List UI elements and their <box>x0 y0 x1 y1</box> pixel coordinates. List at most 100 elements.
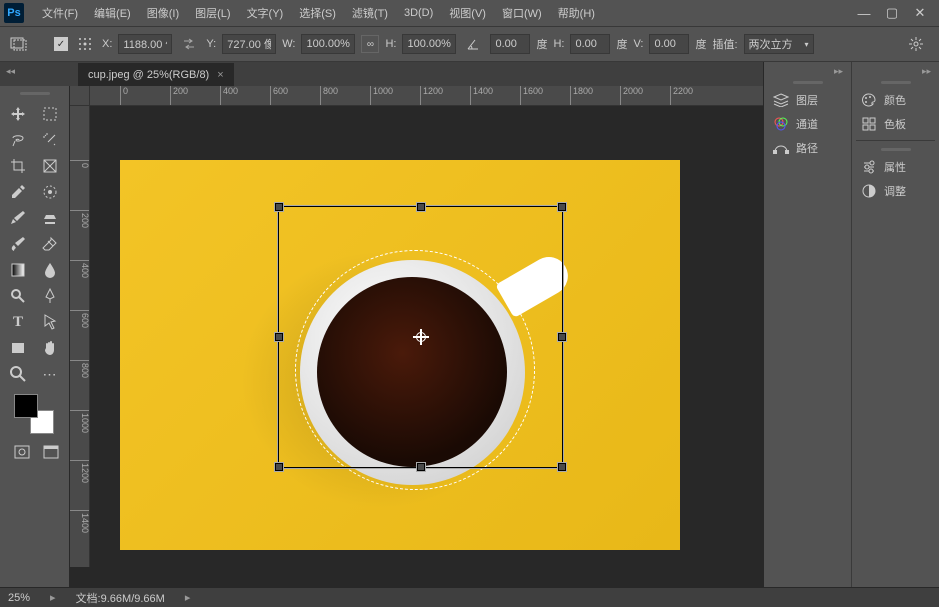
panels-column-right: ▸▸ 颜色 色板 属性 调整 <box>852 62 939 587</box>
doc-info[interactable]: 文档:9.66M/9.66M <box>76 590 165 606</box>
menu-view[interactable]: 视图(V) <box>441 0 494 26</box>
doc-info-chevron-icon[interactable]: ▸ <box>185 591 191 604</box>
panel-channels[interactable]: 通道 <box>768 112 847 136</box>
menu-image[interactable]: 图像(I) <box>139 0 187 26</box>
edit-toolbar[interactable]: ⋯ <box>36 362 64 386</box>
zoom-tool[interactable] <box>4 362 32 386</box>
collapse-toolbox-icon[interactable]: ◂◂ <box>6 66 15 77</box>
panel-swatches[interactable]: 色板 <box>856 112 935 136</box>
reference-point-grid[interactable] <box>74 33 96 55</box>
crop-tool[interactable] <box>4 154 32 178</box>
screen-mode-tool[interactable] <box>38 440 66 464</box>
panel-grip[interactable] <box>856 145 935 153</box>
interp-value: 两次立方 <box>749 36 793 52</box>
color-swatch[interactable] <box>14 394 54 434</box>
ruler-origin[interactable] <box>70 86 90 106</box>
history-brush-tool[interactable] <box>4 232 32 256</box>
transform-handle-tr[interactable] <box>558 203 566 211</box>
zoom-level[interactable]: 25% <box>8 592 30 604</box>
panel-layers[interactable]: 图层 <box>768 88 847 112</box>
interp-select[interactable]: 两次立方▾ <box>744 34 814 54</box>
hskew-unit: 度 <box>616 36 627 52</box>
maximize-button[interactable]: ▢ <box>885 6 899 20</box>
minimize-button[interactable]: — <box>857 6 871 20</box>
collapse-panels-right-icon[interactable]: ▸▸ <box>856 66 935 78</box>
eraser-tool[interactable] <box>36 232 64 256</box>
panel-adjustments[interactable]: 调整 <box>856 179 935 203</box>
menu-layer[interactable]: 图层(L) <box>187 0 238 26</box>
hskew-input[interactable] <box>570 34 610 54</box>
menu-3d[interactable]: 3D(D) <box>396 0 441 26</box>
close-tab-icon[interactable]: × <box>217 69 223 81</box>
rect-marquee-tool[interactable] <box>36 102 64 126</box>
transform-tool-icon[interactable] <box>8 33 30 55</box>
transform-center[interactable] <box>413 329 429 345</box>
color-icon <box>860 91 878 109</box>
document-tab[interactable]: cup.jpeg @ 25%(RGB/8) × <box>78 62 234 86</box>
transform-handle-tc[interactable] <box>417 203 425 211</box>
menu-filter[interactable]: 滤镜(T) <box>344 0 396 26</box>
w-label: W: <box>282 38 295 50</box>
vertical-ruler[interactable]: 0200400600800100012001400 <box>70 106 90 567</box>
move-tool[interactable] <box>4 102 32 126</box>
canvas[interactable] <box>90 106 763 567</box>
clone-stamp-tool[interactable] <box>36 206 64 230</box>
eyedropper-tool[interactable] <box>4 180 32 204</box>
panel-adjustments-label: 调整 <box>884 183 906 199</box>
horizontal-ruler[interactable]: 0200400600800100012001400160018002000220… <box>90 86 763 106</box>
panel-grip[interactable] <box>768 78 847 86</box>
h-input[interactable] <box>402 34 456 54</box>
menu-help[interactable]: 帮助(H) <box>550 0 603 26</box>
toolbox-grip[interactable] <box>4 92 65 98</box>
reference-point-toggle[interactable]: ✓ <box>54 37 68 51</box>
x-label: X: <box>102 38 112 50</box>
foreground-color-swatch[interactable] <box>14 394 38 418</box>
panel-paths[interactable]: 路径 <box>768 136 847 160</box>
frame-tool[interactable] <box>36 154 64 178</box>
transform-handle-ml[interactable] <box>275 333 283 341</box>
h-label: H: <box>385 38 396 50</box>
transform-handle-bl[interactable] <box>275 463 283 471</box>
w-input[interactable] <box>301 34 355 54</box>
brush-tool[interactable] <box>4 206 32 230</box>
transform-handle-tl[interactable] <box>275 203 283 211</box>
panel-properties[interactable]: 属性 <box>856 155 935 179</box>
menu-edit[interactable]: 编辑(E) <box>86 0 139 26</box>
document-tab-bar: cup.jpeg @ 25%(RGB/8) × <box>0 62 763 86</box>
pen-tool[interactable] <box>36 284 64 308</box>
quick-mask-tool[interactable] <box>8 440 36 464</box>
link-wh-toggle[interactable]: ∞ <box>361 35 379 53</box>
gradient-tool[interactable] <box>4 258 32 282</box>
menu-file[interactable]: 文件(F) <box>34 0 86 26</box>
x-input[interactable] <box>118 34 172 54</box>
transform-handle-mr[interactable] <box>558 333 566 341</box>
blur-tool[interactable] <box>36 258 64 282</box>
hand-tool[interactable] <box>36 336 64 360</box>
path-select-tool[interactable] <box>36 310 64 334</box>
lasso-tool[interactable] <box>4 128 32 152</box>
dodge-tool[interactable] <box>4 284 32 308</box>
spot-heal-tool[interactable] <box>36 180 64 204</box>
options-gear-icon[interactable] <box>905 33 927 55</box>
transform-handle-bc[interactable] <box>417 463 425 471</box>
type-tool[interactable]: T <box>4 310 32 334</box>
menu-window[interactable]: 窗口(W) <box>494 0 550 26</box>
panel-layers-label: 图层 <box>796 92 818 108</box>
y-input[interactable] <box>222 34 276 54</box>
panel-channels-label: 通道 <box>796 116 818 132</box>
panel-color[interactable]: 颜色 <box>856 88 935 112</box>
transform-handle-br[interactable] <box>558 463 566 471</box>
vskew-input[interactable] <box>649 34 689 54</box>
transform-bounding-box[interactable] <box>278 206 563 468</box>
angle-input[interactable] <box>490 34 530 54</box>
magic-wand-tool[interactable] <box>36 128 64 152</box>
panel-grip[interactable] <box>856 78 935 86</box>
close-button[interactable]: ✕ <box>913 6 927 20</box>
rectangle-tool[interactable] <box>4 336 32 360</box>
swap-xy-icon[interactable] <box>178 33 200 55</box>
zoom-chevron-icon[interactable]: ▸ <box>50 591 56 604</box>
menu-select[interactable]: 选择(S) <box>291 0 344 26</box>
menu-type[interactable]: 文字(Y) <box>239 0 292 26</box>
collapse-panels-left-icon[interactable]: ▸▸ <box>768 66 847 78</box>
hskew-label: H: <box>553 38 564 50</box>
